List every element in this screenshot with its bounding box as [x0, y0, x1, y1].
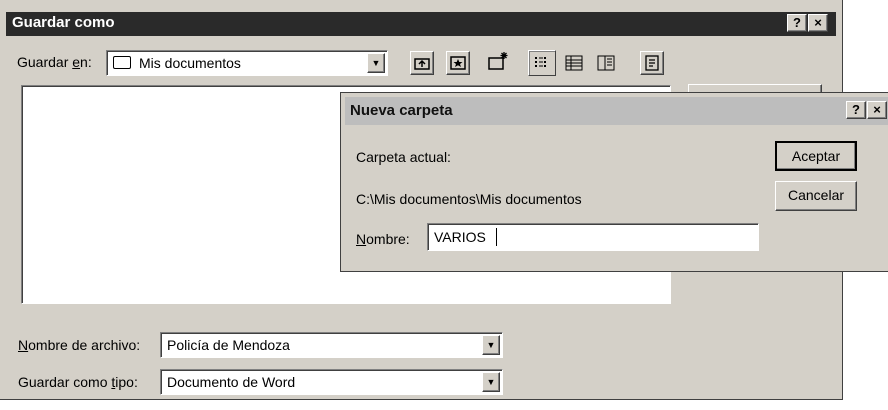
chevron-down-icon[interactable]: ▼: [482, 335, 500, 355]
close-button[interactable]: ×: [867, 101, 887, 119]
details-view-icon[interactable]: [562, 51, 586, 75]
accept-button[interactable]: Aceptar: [775, 141, 857, 171]
chevron-down-icon[interactable]: ▼: [482, 372, 500, 392]
help-button[interactable]: ?: [846, 101, 866, 119]
folder-name-input[interactable]: VARIOS: [427, 223, 759, 251]
save-as-title: Guardar como: [12, 14, 115, 31]
properties-view-icon[interactable]: [594, 51, 618, 75]
filename-label: Nombre de archivo:: [18, 337, 141, 353]
save-in-label: Guardar en:: [17, 54, 92, 70]
close-icon: ×: [873, 102, 881, 117]
desktop-icon[interactable]: [446, 51, 470, 75]
new-folder-title: Nueva carpeta: [350, 102, 453, 119]
filetype-value: Documento de Word: [167, 374, 296, 390]
name-label: Nombre:: [356, 231, 410, 247]
chevron-down-icon[interactable]: ▼: [367, 53, 385, 73]
cancel-button[interactable]: Cancelar: [775, 181, 857, 211]
filename-input[interactable]: Policía de Mendoza ▼: [160, 332, 503, 358]
filetype-select[interactable]: Documento de Word ▼: [160, 369, 503, 395]
help-button[interactable]: ?: [787, 14, 807, 32]
new-folder-dialog: Nueva carpeta ? × Carpeta actual: C:\Mis…: [340, 92, 888, 272]
filetype-label: Guardar como tipo:: [18, 374, 138, 390]
save-in-value: Mis documentos: [139, 55, 241, 71]
text-caret: [496, 228, 497, 246]
tools-icon[interactable]: [640, 51, 664, 75]
save-in-combo[interactable]: Mis documentos ▼: [106, 50, 388, 76]
current-folder-label: Carpeta actual:: [356, 149, 451, 165]
folder-name-value: VARIOS: [434, 229, 486, 245]
close-button[interactable]: ×: [808, 14, 828, 32]
new-folder-title-bar[interactable]: Nueva carpeta: [345, 97, 888, 125]
list-view-icon[interactable]: [528, 50, 556, 76]
close-icon: ×: [814, 15, 822, 30]
filename-value: Policía de Mendoza: [167, 337, 290, 353]
new-folder-icon[interactable]: [486, 49, 510, 73]
save-as-title-bar[interactable]: Guardar como: [6, 12, 836, 36]
folder-icon: [113, 56, 131, 69]
up-folder-icon[interactable]: [410, 51, 434, 75]
current-folder-path: C:\Mis documentos\Mis documentos: [356, 191, 582, 207]
